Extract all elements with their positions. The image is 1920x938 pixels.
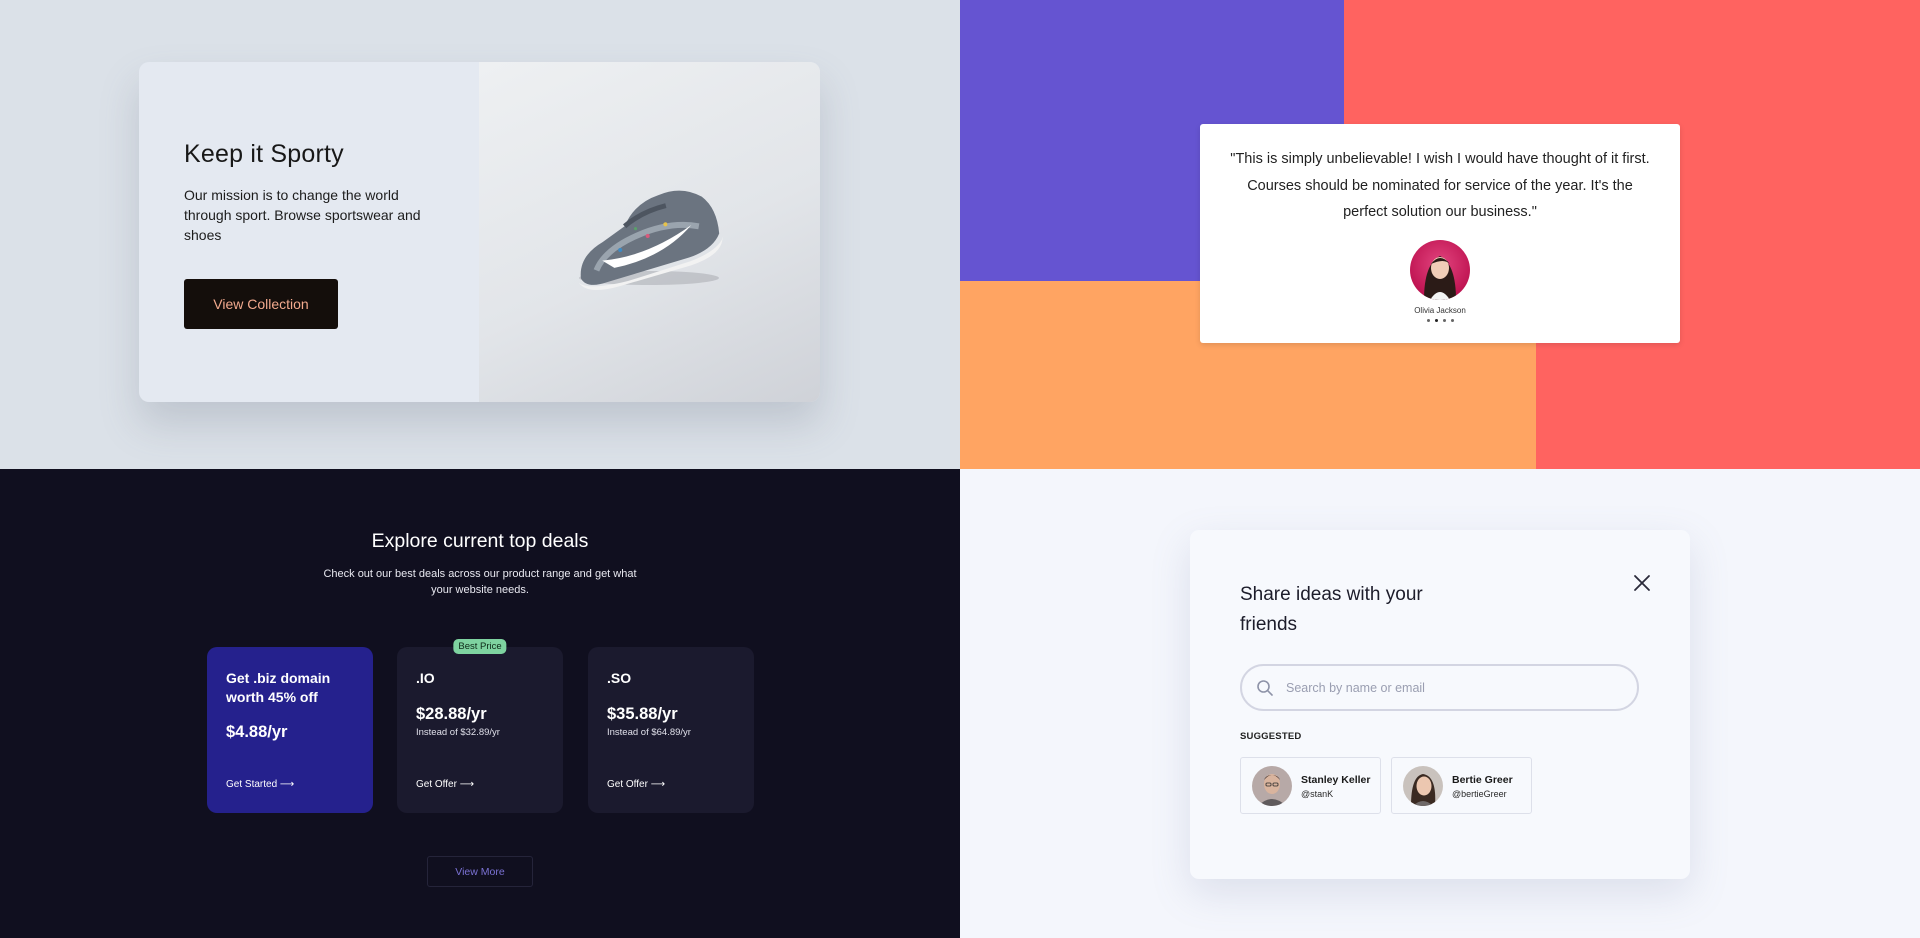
suggested-user-card[interactable]: Bertie Greer @bertieGreer: [1391, 757, 1532, 814]
sneaker-illustration: [578, 190, 724, 290]
avatar-portrait-icon: [1424, 255, 1456, 300]
search-input[interactable]: [1284, 679, 1608, 696]
deal-card-so[interactable]: .SO $35.88/yr Instead of $64.89/yr Get O…: [588, 647, 754, 813]
suggested-user-card[interactable]: Stanley Keller @stanK: [1240, 757, 1381, 814]
close-icon[interactable]: [1630, 571, 1654, 595]
deal-name: Get .biz domain worth 45% off: [226, 670, 331, 705]
carousel-dot[interactable]: [1442, 318, 1446, 322]
get-offer-link[interactable]: Get Offer ⟶: [416, 779, 474, 790]
avatar-portrait-icon: [1252, 766, 1292, 806]
hero-text: Keep it Sporty Our mission is to change …: [184, 140, 434, 245]
hero-card: Keep it Sporty Our mission is to change …: [139, 62, 820, 402]
user-handle: @stanK: [1301, 789, 1334, 799]
deals-subtitle: Check out our best deals across our prod…: [323, 568, 637, 596]
testimonial-author: Olivia Jackson: [1414, 305, 1466, 315]
testimonial-card: "This is simply unbelievable! I wish I w…: [1200, 124, 1680, 343]
carousel-dot[interactable]: [1450, 318, 1454, 322]
best-price-badge: Best Price: [453, 639, 507, 654]
testimonial-section: "This is simply unbelievable! I wish I w…: [960, 0, 1920, 469]
deals-title: Explore current top deals: [371, 530, 589, 552]
suggested-label: SUGGESTED: [1240, 731, 1302, 742]
carousel-dots: [1200, 318, 1680, 322]
carousel-dot-active[interactable]: [1434, 318, 1438, 322]
search-field: [1240, 664, 1639, 711]
hero-title: Keep it Sporty: [184, 140, 344, 168]
deal-price: $4.88/yr: [226, 723, 288, 741]
testimonial-avatar: [1410, 239, 1470, 300]
view-collection-button[interactable]: View Collection: [184, 279, 338, 329]
deal-name: .IO: [416, 670, 435, 686]
deal-price: $35.88/yr: [607, 705, 678, 723]
deal-original-price: Instead of $32.89/yr: [416, 727, 500, 738]
share-modal: Share ideas with your friends SUGGESTED: [1190, 530, 1690, 879]
user-handle: @bertieGreer: [1452, 789, 1507, 799]
search-icon: [1257, 679, 1273, 696]
sneaker-image: [479, 62, 820, 402]
deal-name: .SO: [607, 670, 632, 686]
deal-original-price: Instead of $64.89/yr: [607, 727, 691, 738]
view-more-button[interactable]: View More: [427, 856, 533, 887]
deal-card-biz[interactable]: Get .biz domain worth 45% off $4.88/yr G…: [207, 647, 373, 813]
testimonial-quote: "This is simply unbelievable! I wish I w…: [1230, 151, 1650, 220]
carousel-dot[interactable]: [1426, 318, 1430, 322]
user-name: Bertie Greer: [1452, 774, 1513, 786]
avatar: [1403, 766, 1443, 806]
deal-price: $28.88/yr: [416, 705, 487, 723]
hero-description: Our mission is to change the world throu…: [184, 187, 421, 243]
user-name: Stanley Keller: [1301, 774, 1371, 786]
avatar-portrait-icon: [1403, 766, 1443, 806]
modal-title: Share ideas with your friends: [1240, 584, 1423, 635]
get-offer-link[interactable]: Get Offer ⟶: [607, 779, 665, 790]
deals-section: Explore current top deals Check out our …: [0, 469, 960, 938]
share-section: Share ideas with your friends SUGGESTED: [960, 469, 1920, 938]
get-started-link[interactable]: Get Started ⟶: [226, 779, 294, 790]
sporty-hero-section: Keep it Sporty Our mission is to change …: [0, 0, 960, 469]
avatar: [1252, 766, 1292, 806]
deal-card-io[interactable]: Best Price .IO $28.88/yr Instead of $32.…: [397, 639, 563, 813]
